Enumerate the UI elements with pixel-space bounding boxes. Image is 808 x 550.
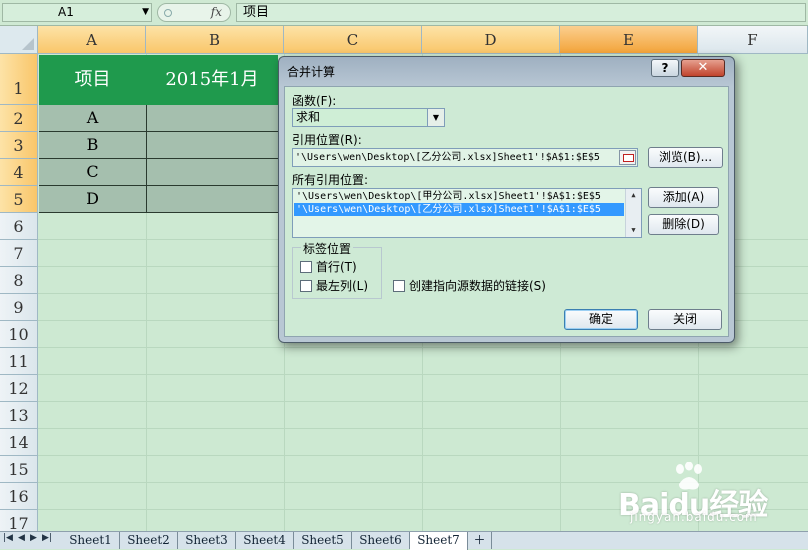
dialog-body: 函数(F): 求和 ▼ 引用位置(R): '\Users\wen\Desktop… (284, 86, 729, 337)
cell-a1[interactable]: 项目 (39, 55, 146, 105)
select-all-corner[interactable] (0, 26, 38, 54)
row-header-14[interactable]: 14 (0, 429, 38, 456)
sheet-tab-4[interactable]: Sheet4 (236, 532, 294, 549)
list-item[interactable]: '\Users\wen\Desktop\[甲分公司.xlsx]Sheet1'!$… (294, 190, 624, 203)
cell-a4[interactable]: C (39, 159, 146, 186)
left-column-checkbox[interactable] (300, 280, 312, 292)
row-header-7[interactable]: 7 (0, 240, 38, 267)
gridline (38, 455, 808, 456)
row-header-5[interactable]: 5 (0, 186, 38, 213)
insert-sheet-icon[interactable]: ＋ (468, 532, 492, 549)
sheet-tab-1[interactable]: Sheet1 (62, 532, 120, 549)
function-select[interactable]: 求和 ▼ (292, 108, 445, 127)
label-position-group: 标签位置 首行(T) 最左列(L) (292, 240, 382, 299)
column-header-a[interactable]: A (38, 26, 146, 54)
formula-bar: A1 ▼ fx 项目 (0, 0, 808, 26)
left-column-label: 最左列(L) (316, 279, 369, 293)
row-header-2[interactable]: 2 (0, 105, 38, 132)
sheet-tab-bar: |◀ ◀ ▶ ▶| Sheet1 Sheet2 Sheet3 Sheet4 Sh… (0, 531, 808, 550)
delete-button[interactable]: 删除(D) (648, 214, 719, 235)
gridline (38, 347, 808, 348)
consolidate-dialog: 合并计算 ? ✕ 函数(F): 求和 ▼ 引用位置(R): '\Users\we… (278, 56, 735, 343)
first-sheet-icon[interactable]: |◀ (3, 533, 13, 543)
sheet-tab-6[interactable]: Sheet6 (352, 532, 410, 549)
cell-b5[interactable] (146, 186, 278, 213)
cell-a3[interactable]: B (39, 132, 146, 159)
reference-label: 引用位置(R): (292, 133, 362, 147)
scroll-down-icon[interactable]: ▼ (626, 224, 641, 237)
row-header-15[interactable]: 15 (0, 456, 38, 483)
chevron-down-icon[interactable]: ▼ (427, 109, 444, 126)
row-header-16[interactable]: 16 (0, 483, 38, 510)
first-row-option[interactable]: 首行(T) (300, 258, 357, 275)
sheet-tab-3[interactable]: Sheet3 (178, 532, 236, 549)
scroll-up-icon[interactable]: ▲ (626, 189, 641, 202)
formula-input[interactable]: 项目 (236, 3, 806, 22)
label-position-title: 标签位置 (301, 240, 354, 257)
first-row-label: 首行(T) (316, 260, 357, 274)
row-header-11[interactable]: 11 (0, 348, 38, 375)
sheet-tab-5[interactable]: Sheet5 (294, 532, 352, 549)
close-button[interactable]: 关闭 (648, 309, 722, 330)
create-links-checkbox[interactable] (393, 280, 405, 292)
row-header-8[interactable]: 8 (0, 267, 38, 294)
sheet-tab-2[interactable]: Sheet2 (120, 532, 178, 549)
watermark: Baidu经验 jingyan.baidu.com (618, 470, 768, 524)
all-references-label: 所有引用位置: (292, 173, 369, 187)
sheet-tab-7[interactable]: Sheet7 (410, 532, 468, 550)
row-header-10[interactable]: 10 (0, 321, 38, 348)
column-header-d[interactable]: D (422, 26, 560, 54)
list-scrollbar[interactable]: ▲ ▼ (625, 189, 641, 237)
cell-a2[interactable]: A (39, 105, 146, 132)
gridline (38, 428, 808, 429)
row-header-17[interactable]: 17 (0, 510, 38, 533)
left-column-option[interactable]: 最左列(L) (300, 277, 368, 294)
help-button[interactable]: ? (651, 59, 679, 77)
column-header-b[interactable]: B (146, 26, 284, 54)
ok-button[interactable]: 确定 (564, 309, 638, 330)
watermark-url: jingyan.baidu.com (630, 510, 758, 524)
dialog-title: 合并计算 (287, 65, 336, 79)
cell-b4[interactable] (146, 159, 278, 186)
name-box-value: A1 (58, 5, 74, 19)
row-header-4[interactable]: 4 (0, 159, 38, 186)
row-header-6[interactable]: 6 (0, 213, 38, 240)
last-sheet-icon[interactable]: ▶| (42, 533, 52, 543)
prev-sheet-icon[interactable]: ◀ (18, 533, 25, 543)
row-header-13[interactable]: 13 (0, 402, 38, 429)
add-button[interactable]: 添加(A) (648, 187, 719, 208)
column-header-c[interactable]: C (284, 26, 422, 54)
gridline (38, 374, 808, 375)
row-header-1[interactable]: 1 (0, 54, 38, 105)
row-header-12[interactable]: 12 (0, 375, 38, 402)
function-value: 求和 (296, 110, 321, 124)
close-icon[interactable]: ✕ (681, 59, 725, 77)
browse-button[interactable]: 浏览(B)... (648, 147, 723, 168)
function-label: 函数(F): (292, 94, 337, 108)
name-box[interactable]: A1 ▼ (2, 3, 152, 22)
row-header-9[interactable]: 9 (0, 294, 38, 321)
cell-b2[interactable] (146, 105, 278, 132)
column-header-e[interactable]: E (560, 26, 698, 54)
fx-icon[interactable]: fx (211, 5, 222, 19)
reference-input[interactable]: '\Users\wen\Desktop\[乙分公司.xlsx]Sheet1'!$… (292, 148, 638, 167)
all-references-list[interactable]: '\Users\wen\Desktop\[甲分公司.xlsx]Sheet1'!$… (292, 188, 642, 238)
cell-a5[interactable]: D (39, 186, 146, 213)
row-header-3[interactable]: 3 (0, 132, 38, 159)
create-links-label: 创建指向源数据的链接(S) (409, 279, 546, 293)
next-sheet-icon[interactable]: ▶ (30, 533, 37, 543)
list-item-selected[interactable]: '\Users\wen\Desktop\[乙分公司.xlsx]Sheet1'!$… (294, 203, 624, 216)
cell-b1[interactable]: 2015年1月 (146, 55, 278, 105)
expand-icon[interactable] (164, 9, 172, 17)
first-row-checkbox[interactable] (300, 261, 312, 273)
insert-function-control[interactable]: fx (157, 3, 231, 22)
column-header-f[interactable]: F (698, 26, 808, 54)
create-links-option[interactable]: 创建指向源数据的链接(S) (393, 277, 546, 294)
collapse-dialog-icon[interactable] (619, 150, 636, 165)
gridline (38, 401, 808, 402)
cell-b3[interactable] (146, 132, 278, 159)
chevron-down-icon[interactable]: ▼ (142, 4, 149, 21)
